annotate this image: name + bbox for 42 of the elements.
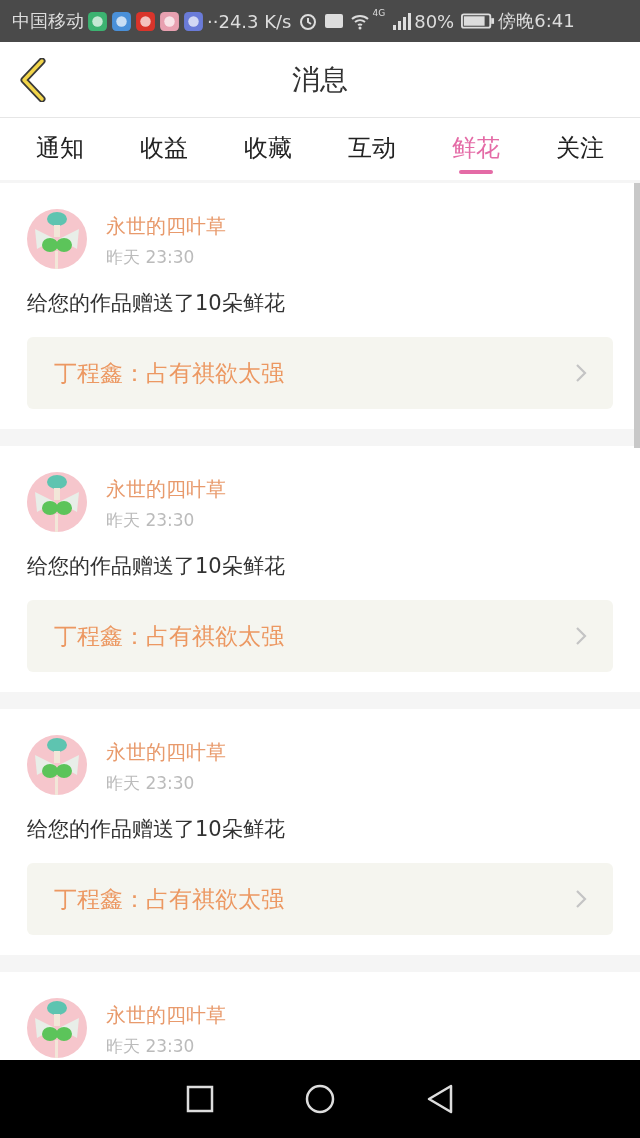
- alarm-icon: [297, 11, 318, 31]
- app-notification-icon: [135, 10, 156, 32]
- carrier-name: 中国移动: [12, 9, 84, 33]
- chevron-icon: [575, 889, 587, 909]
- tab[interactable]: 收益: [112, 118, 216, 180]
- chevron-icon: [575, 626, 587, 646]
- user-name[interactable]: 永世的四叶草: [106, 213, 226, 240]
- app-notification-icon: [87, 10, 108, 32]
- network-type: 4G: [372, 8, 386, 18]
- app-notification-icon: [111, 10, 132, 32]
- message-text: 给您的作品赠送了10朵鲜花: [27, 816, 286, 843]
- tab[interactable]: 通知: [8, 118, 112, 180]
- message-text: 给您的作品赠送了10朵鲜花: [27, 553, 286, 580]
- tab[interactable]: 收藏: [216, 118, 320, 180]
- work-link[interactable]: 丁程鑫：占有祺欲太强: [27, 600, 613, 672]
- tab[interactable]: 互动: [320, 118, 424, 180]
- user-name[interactable]: 永世的四叶草: [106, 1002, 226, 1029]
- message-time: 昨天 23:30: [106, 1035, 196, 1058]
- signal-icon: [391, 11, 412, 31]
- chevron-icon: [575, 363, 587, 383]
- battery-icon: [461, 11, 496, 31]
- scrollbar[interactable]: [634, 183, 640, 448]
- tab[interactable]: 关注: [528, 118, 632, 180]
- user-name[interactable]: 永世的四叶草: [106, 739, 226, 766]
- message-text: 给您的作品赠送了10朵鲜花: [27, 290, 286, 317]
- back-nav-icon[interactable]: [425, 1084, 455, 1114]
- home-icon[interactable]: [305, 1084, 335, 1114]
- work-link[interactable]: 丁程鑫：占有祺欲太强: [27, 337, 613, 409]
- back-icon[interactable]: [18, 58, 48, 102]
- battery-percent: 80%: [414, 10, 455, 32]
- page-title: 消息: [292, 61, 348, 98]
- message-time: 昨天 23:30: [106, 246, 196, 269]
- message-time: 昨天 23:30: [106, 772, 196, 795]
- app-notification-icon: [159, 10, 180, 32]
- app-notification-icon: [183, 10, 204, 32]
- clock: 傍晚6:41: [498, 9, 575, 33]
- message-time: 昨天 23:30: [106, 509, 196, 532]
- user-name[interactable]: 永世的四叶草: [106, 476, 226, 503]
- recent-apps-icon[interactable]: [185, 1084, 215, 1114]
- work-link[interactable]: 丁程鑫：占有祺欲太强: [27, 863, 613, 935]
- tab[interactable]: 鲜花: [424, 118, 528, 180]
- network-speed: ··24.3 K/s: [207, 10, 292, 32]
